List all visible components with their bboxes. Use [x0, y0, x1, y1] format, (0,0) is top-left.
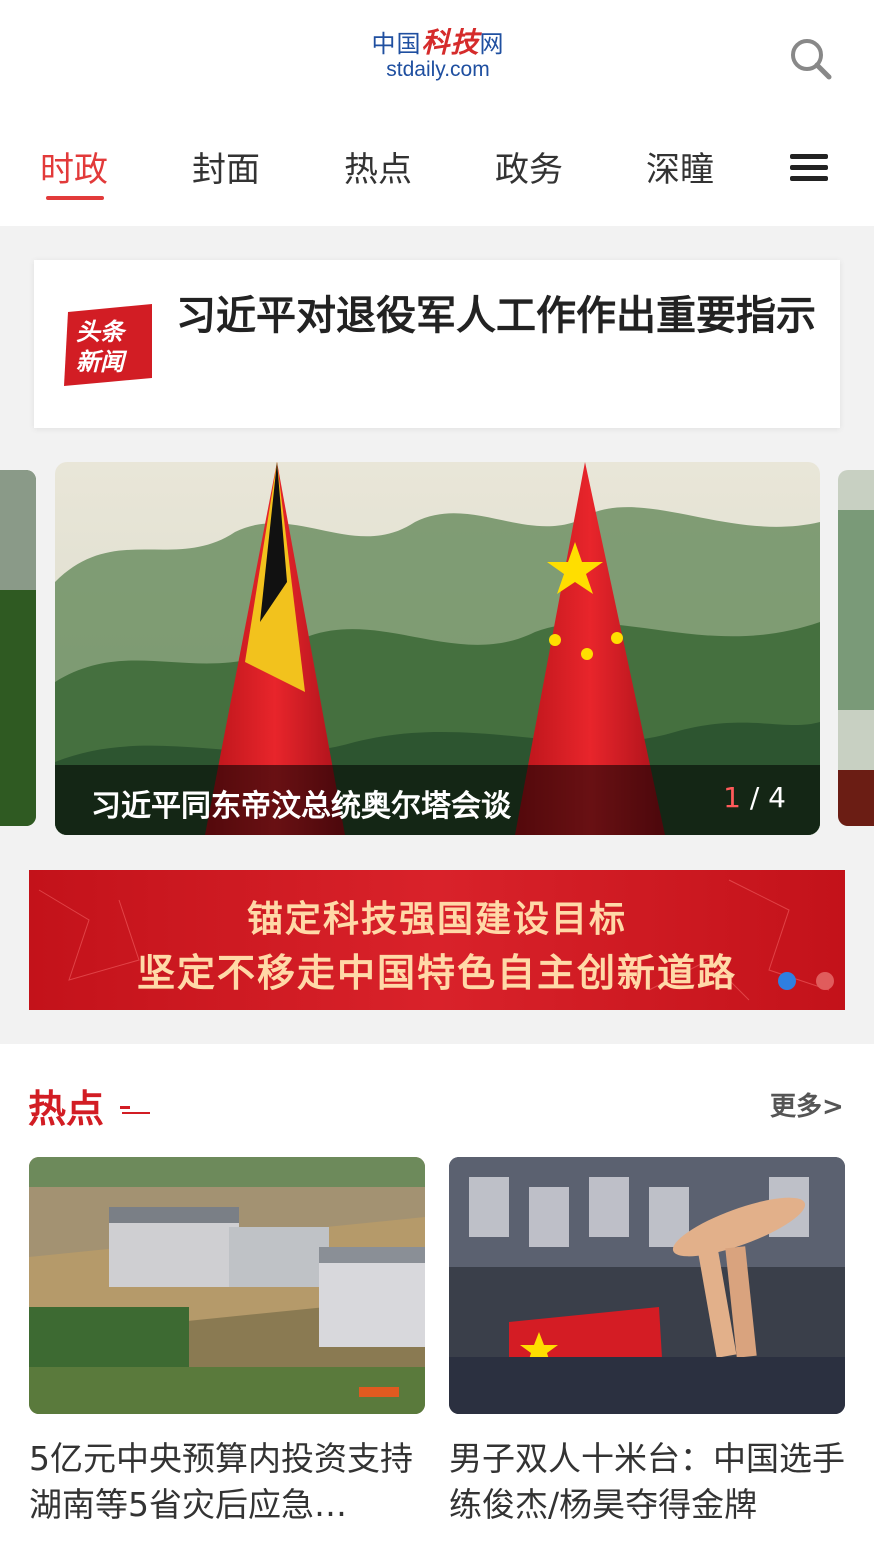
logo-chinese: 中国科技网	[371, 26, 505, 59]
tab-shentong[interactable]: 深瞳	[646, 142, 714, 191]
header: 中国科技网 stdaily.com	[0, 0, 874, 118]
section-title-decoration	[120, 1106, 150, 1114]
carousel-caption: 习近平同东帝汶总统奥尔塔会谈	[91, 789, 511, 824]
banner-line-2: 坚定不移走中国特色自主创新道路	[136, 951, 737, 995]
tab-redian[interactable]: 热点	[344, 142, 412, 191]
pager-current: 1	[723, 781, 741, 814]
hamburger-icon	[790, 154, 828, 159]
badge-line-2: 新闻	[76, 348, 128, 376]
badge-line-1: 头条	[76, 318, 127, 346]
banner-line-1: 锚定科技强国建设目标	[246, 899, 627, 940]
tab-shizheng[interactable]: 时政	[40, 142, 108, 191]
carousel-prev-slide[interactable]	[0, 470, 36, 826]
more-link[interactable]: 更多>	[770, 1086, 844, 1123]
news-card[interactable]: 男子双人十米台：中国选手练俊杰/杨昊夺得金牌	[449, 1157, 845, 1528]
carousel-pager: 1 / 4	[723, 781, 786, 814]
search-icon	[791, 39, 832, 80]
section-title-hot: 热点	[28, 1087, 105, 1131]
news-card-image	[29, 1157, 425, 1414]
carousel-next-slide[interactable]	[838, 470, 874, 826]
banner-dot[interactable]	[816, 972, 834, 990]
headline-title: 习近平对退役军人工作作出重要指示	[176, 293, 816, 339]
news-card[interactable]: 5亿元中央预算内投资支持湖南等5省灾后应急…	[29, 1157, 425, 1528]
pager-total: 4	[768, 781, 786, 814]
promo-banner[interactable]: 锚定科技强国建设目标 坚定不移走中国特色自主创新道路	[29, 870, 845, 1010]
headline-news-badge: 头条 新闻	[64, 304, 152, 386]
carousel-main-slide[interactable]: 习近平同东帝汶总统奥尔塔会谈 1 / 4	[55, 462, 820, 835]
headline-card[interactable]: 头条 新闻 习近平对退役军人工作作出重要指示	[34, 260, 840, 428]
news-card-title: 男子双人十米台：中国选手练俊杰/杨昊夺得金牌	[449, 1439, 845, 1524]
category-tabs: 时政 封面 热点 政务 深瞳	[0, 118, 874, 226]
search-button[interactable]	[788, 36, 834, 82]
carousel-caption-bar: 习近平同东帝汶总统奥尔塔会谈 1 / 4	[55, 765, 820, 835]
menu-button[interactable]	[790, 154, 828, 182]
news-card-image	[449, 1157, 845, 1414]
tab-zhengwu[interactable]: 政务	[495, 142, 563, 191]
banner-dot-active[interactable]	[778, 972, 796, 990]
news-card-title: 5亿元中央预算内投资支持湖南等5省灾后应急…	[29, 1439, 413, 1524]
active-tab-indicator	[46, 196, 104, 200]
site-logo[interactable]: 中国科技网 stdaily.com	[368, 28, 508, 86]
logo-domain: stdaily.com	[386, 58, 490, 81]
tab-fengmian[interactable]: 封面	[192, 142, 260, 191]
